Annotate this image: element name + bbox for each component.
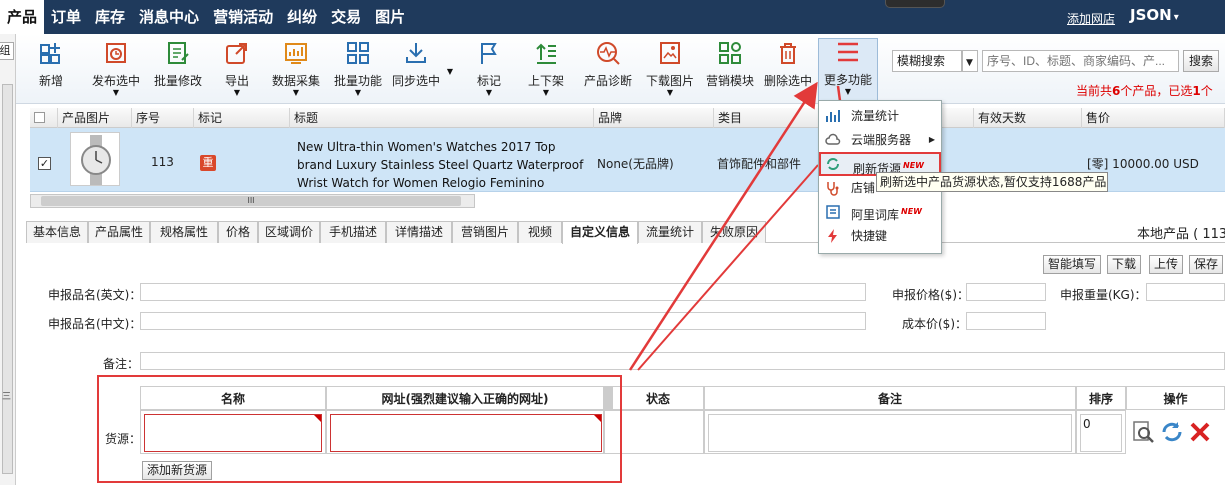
refresh-source-tooltip: 刷新选中产品货源状态,暂仅支持1688产品 bbox=[876, 172, 1108, 192]
bar-chart-icon bbox=[826, 110, 840, 122]
arrow-line-refresh bbox=[637, 164, 819, 371]
dictionary-icon bbox=[826, 205, 840, 219]
cloud-icon bbox=[825, 133, 841, 145]
stethoscope-icon bbox=[827, 182, 839, 196]
menu-item-ali-dictionary[interactable]: 阿里词库 NEW bbox=[819, 200, 941, 224]
menu-item-cloud-server[interactable]: 云端服务器 ▶ bbox=[819, 128, 941, 152]
menu-item-shortcuts[interactable]: 快捷键 bbox=[819, 224, 941, 248]
menu-label: 云端服务器 bbox=[851, 133, 912, 147]
lightning-icon bbox=[828, 229, 837, 243]
annotation-arrows bbox=[628, 81, 858, 371]
menu-label: 阿里词库 bbox=[851, 208, 900, 222]
new-tag: NEW bbox=[901, 207, 922, 216]
menu-label: 店铺 bbox=[851, 181, 876, 195]
refresh-icon bbox=[827, 158, 839, 170]
menu-label: 流量统计 bbox=[851, 109, 900, 123]
new-tag: NEW bbox=[903, 161, 924, 170]
menu-item-traffic-stats[interactable]: 流量统计 bbox=[819, 104, 941, 128]
menu-label: 快捷键 bbox=[851, 229, 888, 243]
arrow-to-more-functions bbox=[628, 81, 818, 371]
chevron-right-icon: ▶ bbox=[928, 135, 935, 144]
